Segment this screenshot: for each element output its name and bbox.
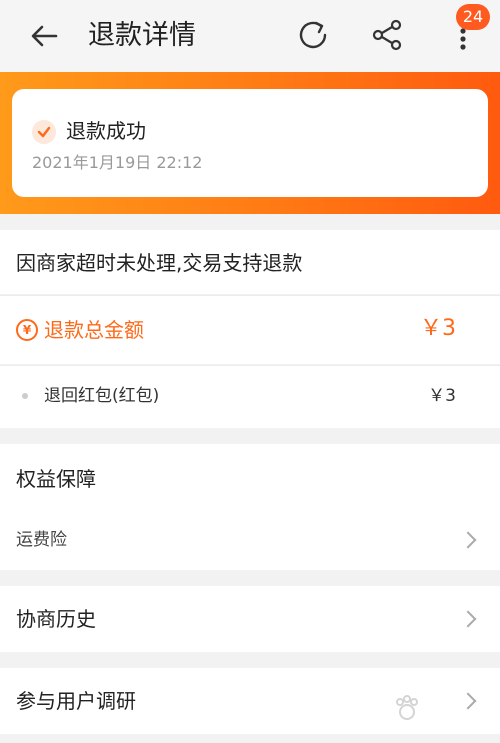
refund-reason: 因商家超时未处理,交易支持退款	[16, 251, 303, 275]
user-survey-label[interactable]: 参与用户调研	[16, 686, 136, 716]
back-arrow-icon[interactable]	[26, 18, 62, 54]
rights-title: 权益保障	[16, 467, 96, 491]
refund-total-value: ￥3	[420, 316, 456, 341]
bullet-dot	[22, 393, 28, 399]
refund-total-label: 退款总金额	[44, 318, 144, 342]
refund-timestamp: 2021年1月19日 22:12	[32, 153, 203, 172]
refund-status: 退款成功	[66, 119, 146, 143]
share-icon[interactable]	[368, 16, 406, 54]
check-icon	[32, 120, 56, 144]
refund-item-value: ￥3	[428, 386, 456, 406]
refund-item-label: 退回红包(红包)	[44, 386, 160, 406]
freight-insurance-link[interactable]: 运费险	[16, 526, 67, 554]
header-bar	[0, 0, 500, 72]
notification-badge: 24	[456, 4, 490, 30]
refresh-icon[interactable]	[294, 16, 332, 54]
watermark-logo	[396, 695, 418, 720]
negotiation-history-label[interactable]: 协商历史	[16, 604, 96, 634]
yen-icon: ¥	[16, 319, 38, 341]
page-title: 退款详情	[88, 20, 196, 51]
rights-card	[0, 444, 500, 570]
